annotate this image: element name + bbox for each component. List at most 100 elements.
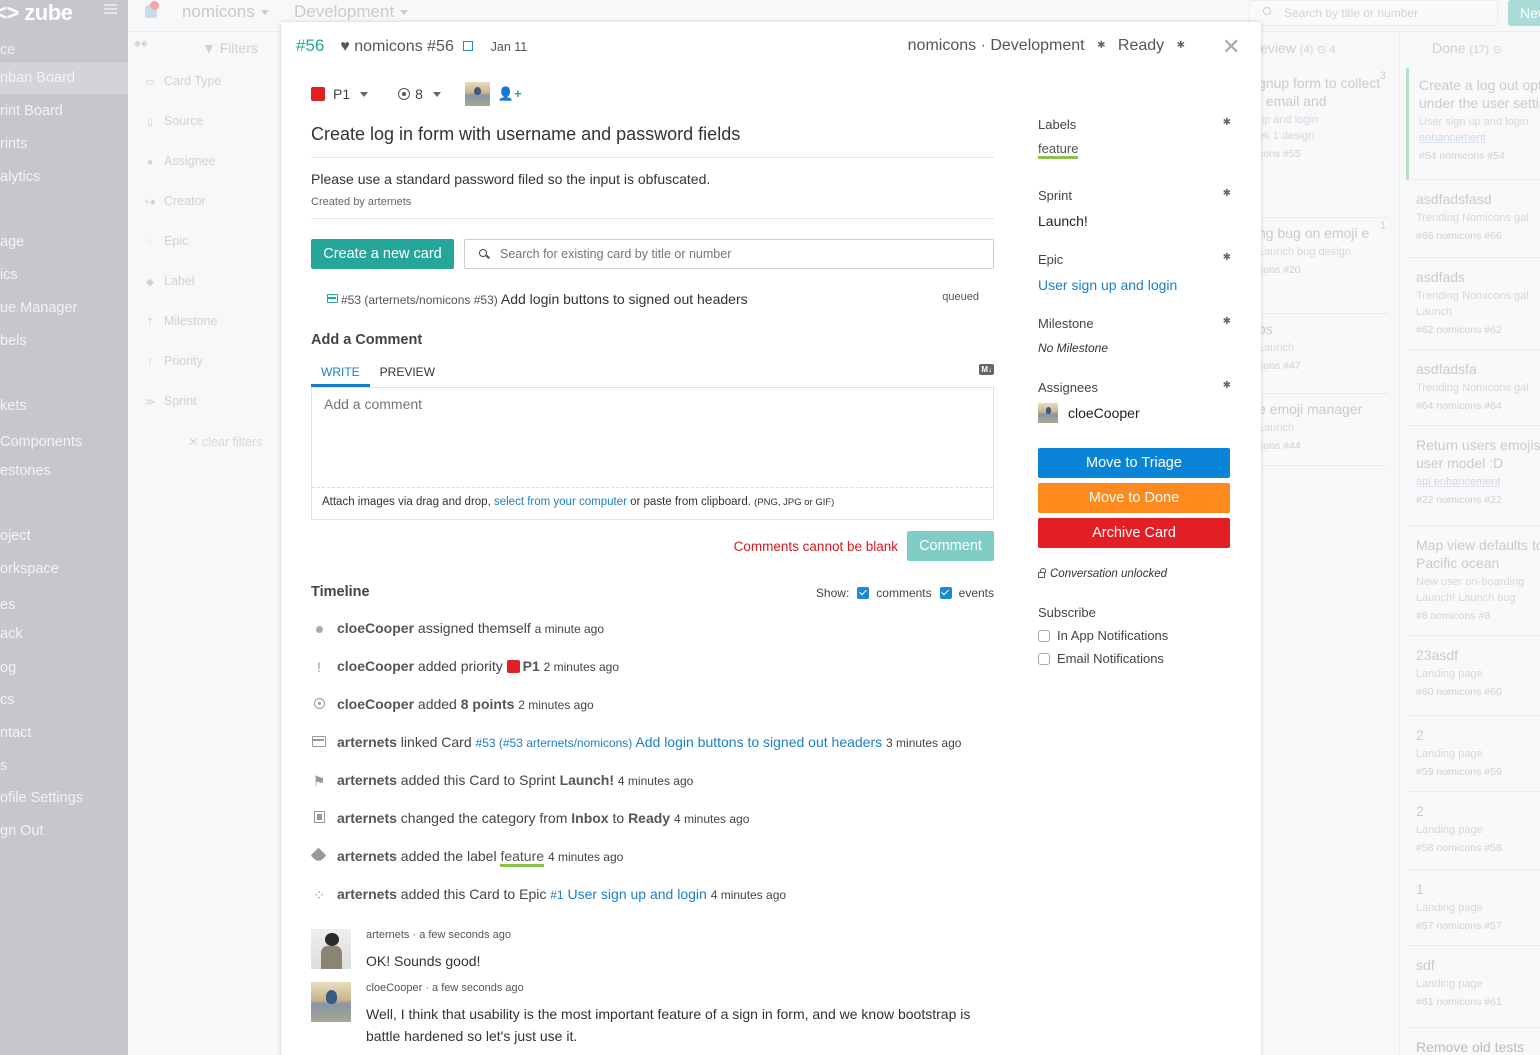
board-card[interactable]: sdf Landing page #61 nomicons #61 [1406, 948, 1540, 1028]
board-card[interactable]: os Launch cons #47 [1258, 316, 1388, 394]
assignee-item[interactable]: cloeCooper [1038, 403, 1231, 423]
filter-item[interactable]: ⁘ Epic [144, 234, 189, 248]
sidebar-item[interactable]: rint Board [0, 95, 128, 127]
card-search-input[interactable] [465, 240, 993, 268]
archive-card-button[interactable]: Archive Card [1038, 518, 1230, 548]
sidebar-item[interactable]: gn Out [0, 815, 128, 847]
sidebar-item[interactable]: Components [0, 426, 128, 458]
event-user[interactable]: cloeCooper [337, 696, 414, 712]
assignees-gear-icon[interactable]: ✱ [1223, 380, 1231, 391]
zube-logo[interactable]: <> zube [0, 0, 73, 26]
sidebar-item[interactable]: es [0, 589, 128, 621]
conversation-lock[interactable]: Conversation unlocked [1038, 568, 1231, 580]
event-user[interactable]: arternets [337, 772, 397, 788]
event-user[interactable]: arternets [337, 886, 397, 902]
label-feature[interactable]: feature [1038, 142, 1079, 159]
board-card[interactable]: ng bug on emoji e Launch bug design cons #… [1258, 220, 1388, 314]
card-search-field[interactable] [464, 239, 994, 269]
sidebar-item[interactable]: og [0, 652, 128, 684]
in-app-notifications-option[interactable]: In App Notifications [1038, 628, 1231, 643]
labels-gear-icon[interactable]: ✱ [1223, 117, 1231, 128]
markdown-icon[interactable]: M↓ [979, 364, 994, 375]
close-icon[interactable]: ✕ [1222, 36, 1240, 58]
sidebar-item[interactable]: rints [0, 128, 128, 160]
event-user[interactable]: arternets [337, 810, 397, 826]
sidebar-item[interactable]: nban Board [0, 62, 128, 94]
sidebar-item[interactable]: cs [0, 684, 128, 716]
source-link[interactable]: ♥ nomicons #56 [340, 38, 454, 55]
board-card[interactable]: gnup form to collect , email and up and l… [1258, 70, 1388, 218]
add-assignee-icon[interactable]: 👤+ [498, 86, 522, 102]
move-to-triage-button[interactable]: Move to Triage [1038, 448, 1230, 478]
avatar[interactable] [311, 929, 351, 969]
chevron-down-icon[interactable] [360, 91, 369, 97]
move-to-done-button[interactable]: Move to Done [1038, 483, 1230, 513]
linked-card[interactable]: #53 (arternets/nomicons #53) Add login b… [311, 291, 994, 309]
avatar[interactable] [311, 982, 351, 1022]
board-card[interactable]: asdfads Trending Nomicons gal Launch #62 no… [1406, 260, 1540, 350]
gear-icon[interactable]: ✱ [1097, 40, 1105, 51]
assignee-avatar[interactable] [464, 82, 490, 106]
sidebar-item[interactable]: ofile Settings [0, 782, 128, 814]
chevron-down-icon[interactable] [432, 91, 441, 97]
tab-preview[interactable]: PREVIEW [370, 362, 445, 387]
clear-filters-link[interactable]: ✕ clear filters [188, 434, 262, 449]
event-user[interactable]: arternets [337, 848, 397, 864]
event-link[interactable]: User sign up and login [567, 886, 706, 902]
project-dropdown[interactable]: nomicons [182, 2, 269, 22]
gear-icon[interactable]: ✱ [1177, 40, 1185, 51]
sidebar-item[interactable]: ics [0, 259, 128, 291]
card-description[interactable]: Please use a standard password filed so … [311, 171, 994, 187]
sidebar-item[interactable]: orkspace [0, 553, 128, 585]
board-card[interactable]: Create a log out opti under the user set… [1406, 68, 1540, 180]
filter-item[interactable]: ! Priority [144, 354, 203, 368]
event-link[interactable]: Add login buttons to signed out headers [635, 734, 882, 750]
board-card[interactable]: Map view defaults to Pacific ocean New us… [1406, 528, 1540, 636]
event-label-feature[interactable]: feature [500, 848, 545, 867]
event-link-ref[interactable]: #1 [550, 888, 563, 902]
event-user[interactable]: arternets [337, 734, 397, 750]
tab-write[interactable]: WRITE [311, 362, 370, 387]
comment-author[interactable]: cloeCooper [366, 982, 422, 994]
sidebar-item[interactable]: age [0, 226, 128, 258]
sidebar-item[interactable]: bels [0, 325, 128, 357]
sidebar-item[interactable]: kets [0, 390, 128, 422]
email-notifications-checkbox[interactable] [1038, 652, 1050, 665]
filter-item[interactable]: ▭ Card Type [144, 74, 221, 88]
collapse-icon[interactable]: ◆◆ [134, 38, 148, 49]
card-title[interactable]: Create log in form with username and pas… [311, 124, 994, 158]
filter-item[interactable]: † Milestone [144, 314, 217, 328]
epic-gear-icon[interactable]: ✱ [1223, 252, 1231, 263]
board-search-input[interactable]: Search by title or number [1249, 0, 1498, 26]
sprint-gear-icon[interactable]: ✱ [1223, 188, 1231, 199]
in-app-notifications-checkbox[interactable] [1038, 629, 1050, 642]
filter-item[interactable]: +● Creator [144, 194, 206, 208]
sidebar-item[interactable]: s [0, 750, 128, 782]
external-link-icon[interactable] [462, 41, 473, 51]
menu-icon[interactable] [104, 4, 117, 14]
milestone-gear-icon[interactable]: ✱ [1223, 316, 1231, 327]
comment-textarea[interactable] [312, 388, 993, 488]
select-file-link[interactable]: select from your computer [494, 496, 627, 508]
new-card-button[interactable]: New [1508, 0, 1540, 26]
board-card[interactable]: 2 Landing page #58 nomicons #58 [1406, 794, 1540, 870]
workspace-dropdown[interactable]: Development [294, 2, 409, 22]
board-card[interactable]: 23asdf Landing page #60 nomicons #60 [1406, 638, 1540, 716]
board-card[interactable]: asdfadsfa Trending Nomicons gal #64 nomico… [1406, 352, 1540, 426]
filter-item[interactable]: ▯ Source [144, 114, 203, 128]
board-card[interactable]: Remove old tests [1406, 1030, 1540, 1055]
sidebar-item[interactable]: ack [0, 618, 128, 650]
board-card[interactable]: 2 Landing page #59 nomicons #59 [1406, 718, 1540, 792]
sidebar-item[interactable]: alytics [0, 161, 128, 193]
board-card[interactable]: Return users emojis user model :D api enh… [1406, 428, 1540, 526]
board-card[interactable]: asdfadsfasd Trending Nomicons gal #66 nomi… [1406, 182, 1540, 258]
sidebar-item[interactable]: ntact [0, 717, 128, 749]
sidebar-item[interactable]: estones [0, 455, 128, 487]
board-card[interactable]: e emoji manager Launch cons #44 [1258, 396, 1388, 466]
comment-button[interactable]: Comment [907, 531, 994, 561]
board-card[interactable]: 1 Landing page #57 nomicons #57 [1406, 872, 1540, 946]
show-comments-checkbox[interactable] [857, 587, 870, 599]
event-link-ref[interactable]: #53 (#53 arternets/nomicons) [476, 736, 633, 750]
points-dropdown[interactable]: 8 [415, 86, 423, 102]
filter-item[interactable]: ● Assignee [144, 154, 215, 168]
